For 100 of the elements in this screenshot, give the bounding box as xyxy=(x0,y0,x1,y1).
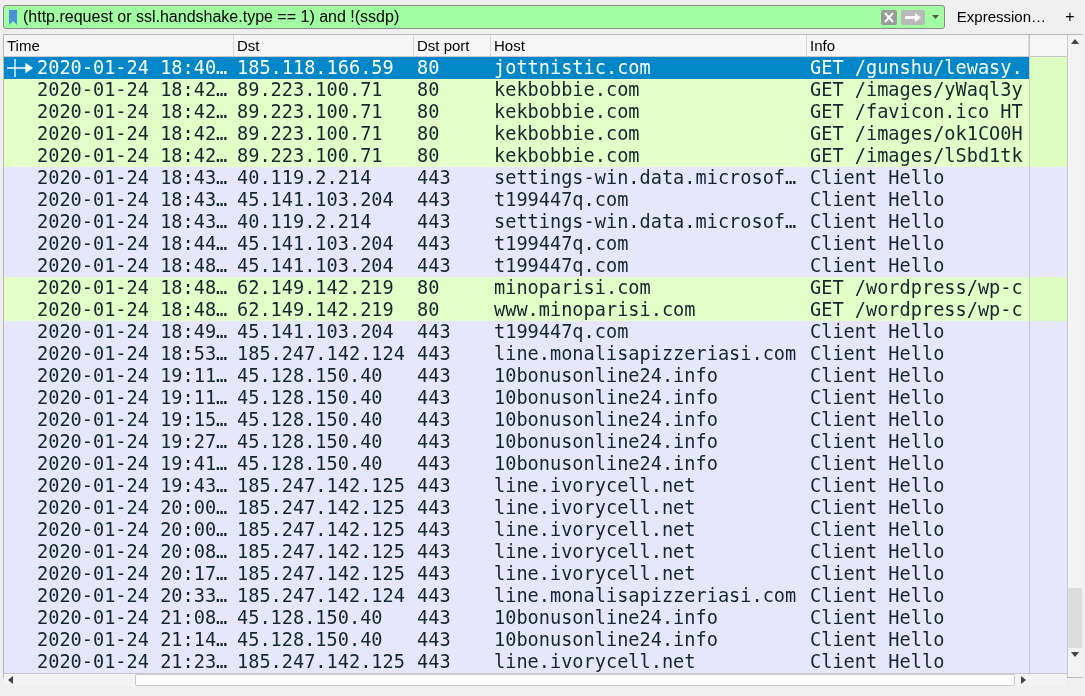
packet-row[interactable]: 2020-01-24 18:43… 40.119.2.214 443 settings-win.data.microsof… Client Hello xyxy=(4,211,1029,233)
table-cell: 2020-01-24 18:48… xyxy=(37,277,228,299)
packet-row[interactable]: 2020-01-24 18:43… 45.141.103.204 443 t199447q.com Client Hello xyxy=(4,189,1029,211)
packet-row[interactable]: 2020-01-24 18:43… 40.119.2.214 443 settings-win.data.microsof… Client Hello xyxy=(4,167,1029,189)
column-header[interactable]: Info xyxy=(807,35,1029,56)
table-cell: 80 xyxy=(417,123,440,145)
packet-row[interactable]: 2020-01-24 21:23… 185.247.142.125 443 line.ivorycell.net Client Hello xyxy=(4,651,1029,673)
bookmark-icon[interactable] xyxy=(9,9,17,25)
packet-row[interactable]: 2020-01-24 20:33… 185.247.142.124 443 line.monalisapizzeriasi.com Client Hello xyxy=(4,585,1029,607)
packet-row[interactable]: 2020-01-24 18:42… 89.223.100.71 80 kekbobbie.com GET /favicon.ico HT xyxy=(4,101,1029,123)
packet-row[interactable]: 2020-01-24 21:14… 45.128.150.40 443 10bonusonline24.info Client Hello xyxy=(4,629,1029,651)
table-cell: 443 xyxy=(417,519,451,541)
table-cell: 443 xyxy=(417,189,451,211)
table-cell: line.monalisapizzeriasi.com xyxy=(494,585,797,607)
table-cell: 10bonusonline24.info xyxy=(494,431,718,453)
packet-row[interactable]: 2020-01-24 18:49… 45.141.103.204 443 t199447q.com Client Hello xyxy=(4,321,1029,343)
table-cell: 80 xyxy=(417,145,440,167)
table-cell: 80 xyxy=(417,299,440,321)
table-cell: GET /wordpress/wp-c xyxy=(810,277,1023,299)
scroll-up-icon[interactable] xyxy=(1071,39,1079,44)
table-cell: 2020-01-24 20:17… xyxy=(37,563,228,585)
packet-row[interactable]: 2020-01-24 18:48… 62.149.142.219 80 minoparisi.com GET /wordpress/wp-c xyxy=(4,277,1029,299)
table-cell: settings-win.data.microsof… xyxy=(494,211,797,233)
column-header[interactable]: Dst xyxy=(234,35,414,56)
table-cell: line.ivorycell.net xyxy=(494,519,696,541)
packet-row[interactable]: 2020-01-24 18:42… 89.223.100.71 80 kekbobbie.com GET /images/lSbd1tk xyxy=(4,145,1029,167)
table-cell: kekbobbie.com xyxy=(494,145,640,167)
table-cell: 62.149.142.219 xyxy=(237,299,394,321)
packet-row[interactable]: 2020-01-24 18:44… 45.141.103.204 443 t199447q.com Client Hello xyxy=(4,233,1029,255)
table-cell: line.ivorycell.net xyxy=(494,541,696,563)
scrollbar-thumb[interactable] xyxy=(135,674,1015,686)
table-cell: line.ivorycell.net xyxy=(494,563,696,585)
packet-row[interactable]: 2020-01-24 20:08… 185.247.142.125 443 line.ivorycell.net Client Hello xyxy=(4,541,1029,563)
table-cell: 80 xyxy=(417,101,440,123)
clear-icon[interactable] xyxy=(880,9,897,25)
table-cell: 2020-01-24 21:23… xyxy=(37,651,228,673)
packet-row[interactable]: 2020-01-24 19:43… 185.247.142.125 443 line.ivorycell.net Client Hello xyxy=(4,475,1029,497)
packet-row[interactable]: 2020-01-24 18:42… 89.223.100.71 80 kekbobbie.com GET /images/yWaql3y xyxy=(4,79,1029,101)
scroll-right-icon[interactable] xyxy=(1021,676,1026,684)
table-cell: 2020-01-24 18:42… xyxy=(37,79,228,101)
table-cell: 2020-01-24 18:40… xyxy=(37,57,228,79)
table-cell: 40.119.2.214 xyxy=(237,211,372,233)
packet-row[interactable]: 2020-01-24 19:27… 45.128.150.40 443 10bonusonline24.info Client Hello xyxy=(4,431,1029,453)
table-cell: 443 xyxy=(417,255,451,277)
scroll-left-icon[interactable] xyxy=(8,676,13,684)
table-cell: Client Hello xyxy=(810,321,945,343)
table-cell: 2020-01-24 21:14… xyxy=(37,629,228,651)
table-cell: Client Hello xyxy=(810,233,945,255)
table-cell: 45.141.103.204 xyxy=(237,255,394,277)
packet-row[interactable]: 2020-01-24 20:00… 185.247.142.125 443 line.ivorycell.net Client Hello xyxy=(4,519,1029,541)
table-cell: 443 xyxy=(417,211,451,233)
table-cell: Client Hello xyxy=(810,409,945,431)
dropdown-caret-icon[interactable] xyxy=(931,15,939,19)
table-cell: 10bonusonline24.info xyxy=(494,409,718,431)
scroll-down-icon[interactable] xyxy=(1071,652,1079,657)
horizontal-scrollbar[interactable] xyxy=(4,673,1067,686)
table-cell: 40.119.2.214 xyxy=(237,167,372,189)
packet-row[interactable]: 2020-01-24 18:48… 45.141.103.204 443 t199447q.com Client Hello xyxy=(4,255,1029,277)
table-cell: kekbobbie.com xyxy=(494,101,640,123)
table-cell: 10bonusonline24.info xyxy=(494,629,718,651)
table-cell: 185.247.142.125 xyxy=(237,519,405,541)
table-cell: 10bonusonline24.info xyxy=(494,387,718,409)
table-cell: 45.128.150.40 xyxy=(237,431,383,453)
packet-row[interactable]: 2020-01-24 19:41… 45.128.150.40 443 10bonusonline24.info Client Hello xyxy=(4,453,1029,475)
table-cell: Client Hello xyxy=(810,189,945,211)
packet-row[interactable]: 2020-01-24 18:42… 89.223.100.71 80 kekbobbie.com GET /images/ok1CO0H xyxy=(4,123,1029,145)
packet-row[interactable]: 2020-01-24 18:48… 62.149.142.219 80 www.minoparisi.com GET /wordpress/wp-c xyxy=(4,299,1029,321)
packet-row[interactable]: 2020-01-24 20:17… 185.247.142.125 443 line.ivorycell.net Client Hello xyxy=(4,563,1029,585)
table-cell: 443 xyxy=(417,541,451,563)
table-cell: 185.247.142.124 xyxy=(237,343,405,365)
packet-row[interactable]: 2020-01-24 19:11… 45.128.150.40 443 10bonusonline24.info Client Hello xyxy=(4,387,1029,409)
packet-row[interactable]: 2020-01-24 18:53… 185.247.142.124 443 line.monalisapizzeriasi.com Client Hello xyxy=(4,343,1029,365)
table-cell: 2020-01-24 19:41… xyxy=(37,453,228,475)
table-cell: kekbobbie.com xyxy=(494,123,640,145)
table-cell: GET /wordpress/wp-c xyxy=(810,299,1023,321)
table-cell: 2020-01-24 20:08… xyxy=(37,541,228,563)
column-header[interactable]: Host xyxy=(491,35,807,56)
table-cell: Client Hello xyxy=(810,365,945,387)
table-cell: 2020-01-24 18:44… xyxy=(37,233,228,255)
add-filter-button[interactable]: + xyxy=(1058,5,1082,29)
table-cell: t199447q.com xyxy=(494,233,629,255)
table-cell: 45.141.103.204 xyxy=(237,233,394,255)
scrollbar-thumb[interactable] xyxy=(1068,588,1082,648)
table-cell: line.ivorycell.net xyxy=(494,475,696,497)
expression-button[interactable]: Expression… xyxy=(950,5,1052,29)
column-header[interactable]: Time xyxy=(4,35,234,56)
table-cell: 2020-01-24 19:43… xyxy=(37,475,228,497)
table-cell: 2020-01-24 18:49… xyxy=(37,321,228,343)
packet-row[interactable]: 2020-01-24 20:00… 185.247.142.125 443 line.ivorycell.net Client Hello xyxy=(4,497,1029,519)
column-header[interactable]: Dst port xyxy=(414,35,491,56)
table-cell: Client Hello xyxy=(810,651,945,673)
packet-row[interactable]: 2020-01-24 19:11… 45.128.150.40 443 10bonusonline24.info Client Hello xyxy=(4,365,1029,387)
packet-row[interactable]: 2020-01-24 19:15… 45.128.150.40 443 10bonusonline24.info Client Hello xyxy=(4,409,1029,431)
packet-row[interactable]: 2020-01-24 21:08… 45.128.150.40 443 10bonusonline24.info Client Hello xyxy=(4,607,1029,629)
packet-row[interactable]: 2020-01-24 18:40… 185.118.166.59 80 jottnistic.com GET /gunshu/lewasy. xyxy=(4,57,1029,79)
table-cell: kekbobbie.com xyxy=(494,79,640,101)
table-cell: 2020-01-24 18:42… xyxy=(37,101,228,123)
vertical-scrollbar[interactable] xyxy=(1067,35,1082,677)
table-cell: 10bonusonline24.info xyxy=(494,607,718,629)
table-cell: 2020-01-24 19:11… xyxy=(37,365,228,387)
